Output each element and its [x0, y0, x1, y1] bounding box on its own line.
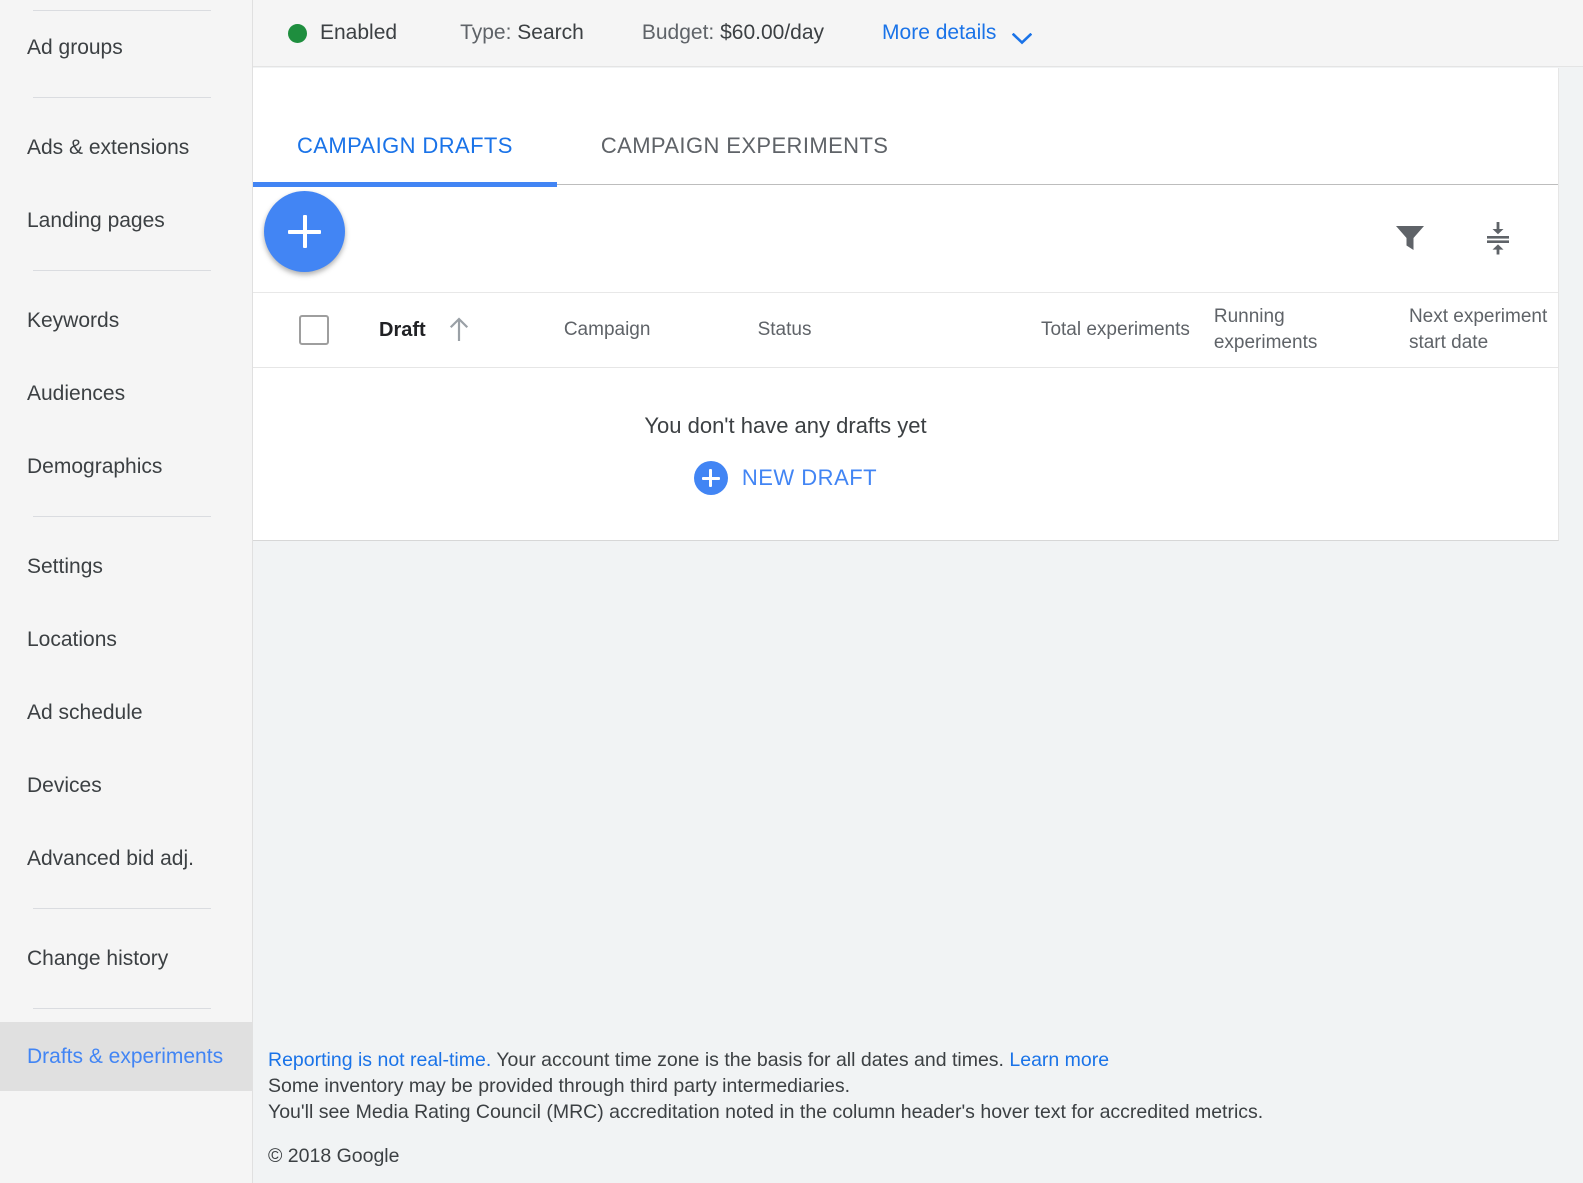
- sidebar-item-keywords[interactable]: Keywords: [0, 284, 252, 357]
- sidebar-item-ad-groups[interactable]: Ad groups: [0, 11, 252, 84]
- page-footer: Reporting is not real-time. Your account…: [253, 1047, 1559, 1183]
- campaign-type-label: Type:: [460, 21, 512, 44]
- add-draft-fab-button[interactable]: [264, 191, 345, 272]
- campaign-state: Enabled: [288, 21, 397, 45]
- sidebar-item-label: Audiences: [27, 382, 126, 405]
- sidebar-item-change-history[interactable]: Change history: [0, 922, 252, 995]
- page-background-gutter: [1560, 68, 1583, 1183]
- drafts-table-header: Draft Campaign Status Total experiments …: [253, 293, 1558, 368]
- column-header-next-experiment-start-date[interactable]: Next experiment start date: [1359, 304, 1558, 356]
- sidebar-item-label: Ad schedule: [27, 701, 143, 724]
- sidebar-item-drafts-experiments[interactable]: Drafts & experiments: [0, 1022, 252, 1091]
- campaign-budget: Budget: $60.00/day: [642, 21, 824, 45]
- sidebar-item-label: Demographics: [27, 455, 163, 478]
- chevron-down-icon: [1012, 27, 1033, 45]
- footer-line-1-text: Your account time zone is the basis for …: [491, 1049, 1010, 1071]
- new-draft-button[interactable]: NEW DRAFT: [693, 461, 878, 495]
- plus-circle-icon: [693, 461, 728, 495]
- empty-state-message: You don't have any drafts yet: [644, 413, 927, 438]
- sidebar-item-devices[interactable]: Devices: [0, 749, 252, 822]
- nav-divider: [33, 516, 211, 517]
- sidebar-item-ad-schedule[interactable]: Ad schedule: [0, 676, 252, 749]
- ads-drafts-experiments-page: Ad groups Ads & extensions Landing pages Ke…: [0, 0, 1583, 1183]
- campaign-type: Type: Search: [460, 21, 584, 45]
- campaign-budget-value: $60.00/day: [720, 21, 825, 44]
- more-details-toggle[interactable]: More details: [882, 21, 1033, 45]
- sidebar-item-label: Keywords: [27, 309, 120, 332]
- sort-ascending-arrow-icon[interactable]: [448, 316, 470, 344]
- select-all-checkbox[interactable]: [299, 315, 329, 345]
- drafts-toolbar: [253, 185, 1558, 293]
- column-header-draft[interactable]: Draft: [329, 316, 564, 344]
- sidebar-item-label: Devices: [27, 774, 102, 797]
- column-header-label: Draft: [379, 318, 426, 341]
- tab-bar: CAMPAIGN DRAFTS CAMPAIGN EXPERIMENTS: [253, 68, 1558, 187]
- tab-label: CAMPAIGN DRAFTS: [297, 133, 513, 158]
- sidebar-item-label: Advanced bid adj.: [27, 847, 194, 870]
- sidebar-item-ads-extensions[interactable]: Ads & extensions: [0, 111, 252, 184]
- sidebar-item-advanced-bid-adj[interactable]: Advanced bid adj.: [0, 822, 252, 895]
- left-navigation-sidebar: Ad groups Ads & extensions Landing pages Ke…: [0, 0, 253, 1183]
- sidebar-item-audiences[interactable]: Audiences: [0, 357, 252, 430]
- column-header-campaign[interactable]: Campaign: [564, 319, 758, 341]
- column-header-label: Next experiment start date: [1408, 306, 1548, 353]
- tab-campaign-experiments[interactable]: CAMPAIGN EXPERIMENTS: [601, 133, 889, 184]
- sidebar-item-label: Ads & extensions: [27, 136, 190, 159]
- campaign-status-bar: Enabled Type: Search Budget: $60.00/day …: [253, 0, 1583, 67]
- column-header-running-experiments[interactable]: Running experiments: [1190, 304, 1359, 356]
- sidebar-item-label: Settings: [27, 555, 103, 578]
- main-content-area: Enabled Type: Search Budget: $60.00/day …: [253, 0, 1583, 1183]
- sidebar-item-label: Landing pages: [27, 209, 165, 232]
- campaign-type-value: Search: [517, 21, 584, 44]
- split-rows-icon: [1482, 221, 1514, 258]
- toolbar-icon-group: [1350, 185, 1526, 293]
- sidebar-item-label: Ad groups: [27, 36, 123, 59]
- nav-divider: [33, 97, 211, 98]
- more-details-label: More details: [882, 21, 997, 44]
- nav-item-list: Ad groups Ads & extensions Landing pages Ke…: [0, 11, 252, 1091]
- column-header-label: Total experiments: [1040, 319, 1190, 340]
- campaign-state-label: Enabled: [320, 21, 398, 44]
- footer-line-2: Some inventory may be provided through t…: [268, 1075, 851, 1097]
- split-view-button[interactable]: [1470, 211, 1526, 267]
- filter-icon: [1394, 223, 1426, 256]
- filter-button[interactable]: [1382, 211, 1438, 267]
- column-header-total-experiments[interactable]: Total experiments: [1036, 317, 1190, 343]
- learn-more-link[interactable]: Learn more: [1009, 1049, 1109, 1071]
- sidebar-item-locations[interactable]: Locations: [0, 603, 252, 676]
- footer-line-1: Reporting is not real-time. Your account…: [268, 1047, 1559, 1073]
- reporting-not-realtime-link[interactable]: Reporting is not real-time.: [268, 1049, 491, 1071]
- column-header-label: Status: [757, 319, 812, 340]
- empty-state-panel: You don't have any drafts yet NEW DRAFT: [253, 368, 1558, 540]
- drafts-content-card: CAMPAIGN DRAFTS CAMPAIGN EXPERIMENTS Dra…: [253, 68, 1559, 541]
- column-header-label: Running experiments: [1213, 306, 1318, 353]
- nav-divider: [33, 270, 211, 271]
- enabled-status-dot-icon: [288, 23, 307, 43]
- plus-icon: [302, 215, 307, 248]
- copyright-text: © 2018 Google: [268, 1145, 400, 1167]
- sidebar-item-label: Change history: [27, 947, 169, 970]
- column-header-status[interactable]: Status: [758, 319, 1036, 341]
- sidebar-item-landing-pages[interactable]: Landing pages: [0, 184, 252, 257]
- sidebar-item-label: Drafts & experiments: [27, 1045, 224, 1068]
- tab-label: CAMPAIGN EXPERIMENTS: [600, 133, 889, 158]
- tab-campaign-drafts[interactable]: CAMPAIGN DRAFTS: [253, 133, 557, 187]
- campaign-budget-label: Budget:: [641, 21, 715, 44]
- new-draft-label: NEW DRAFT: [741, 465, 878, 490]
- sidebar-item-settings[interactable]: Settings: [0, 530, 252, 603]
- sidebar-item-label: Locations: [27, 628, 117, 651]
- nav-divider: [33, 908, 211, 909]
- column-header-label: Campaign: [563, 319, 651, 340]
- nav-divider: [33, 1008, 211, 1009]
- sidebar-item-demographics[interactable]: Demographics: [0, 430, 252, 503]
- footer-line-3: You'll see Media Rating Council (MRC) ac…: [268, 1101, 1264, 1123]
